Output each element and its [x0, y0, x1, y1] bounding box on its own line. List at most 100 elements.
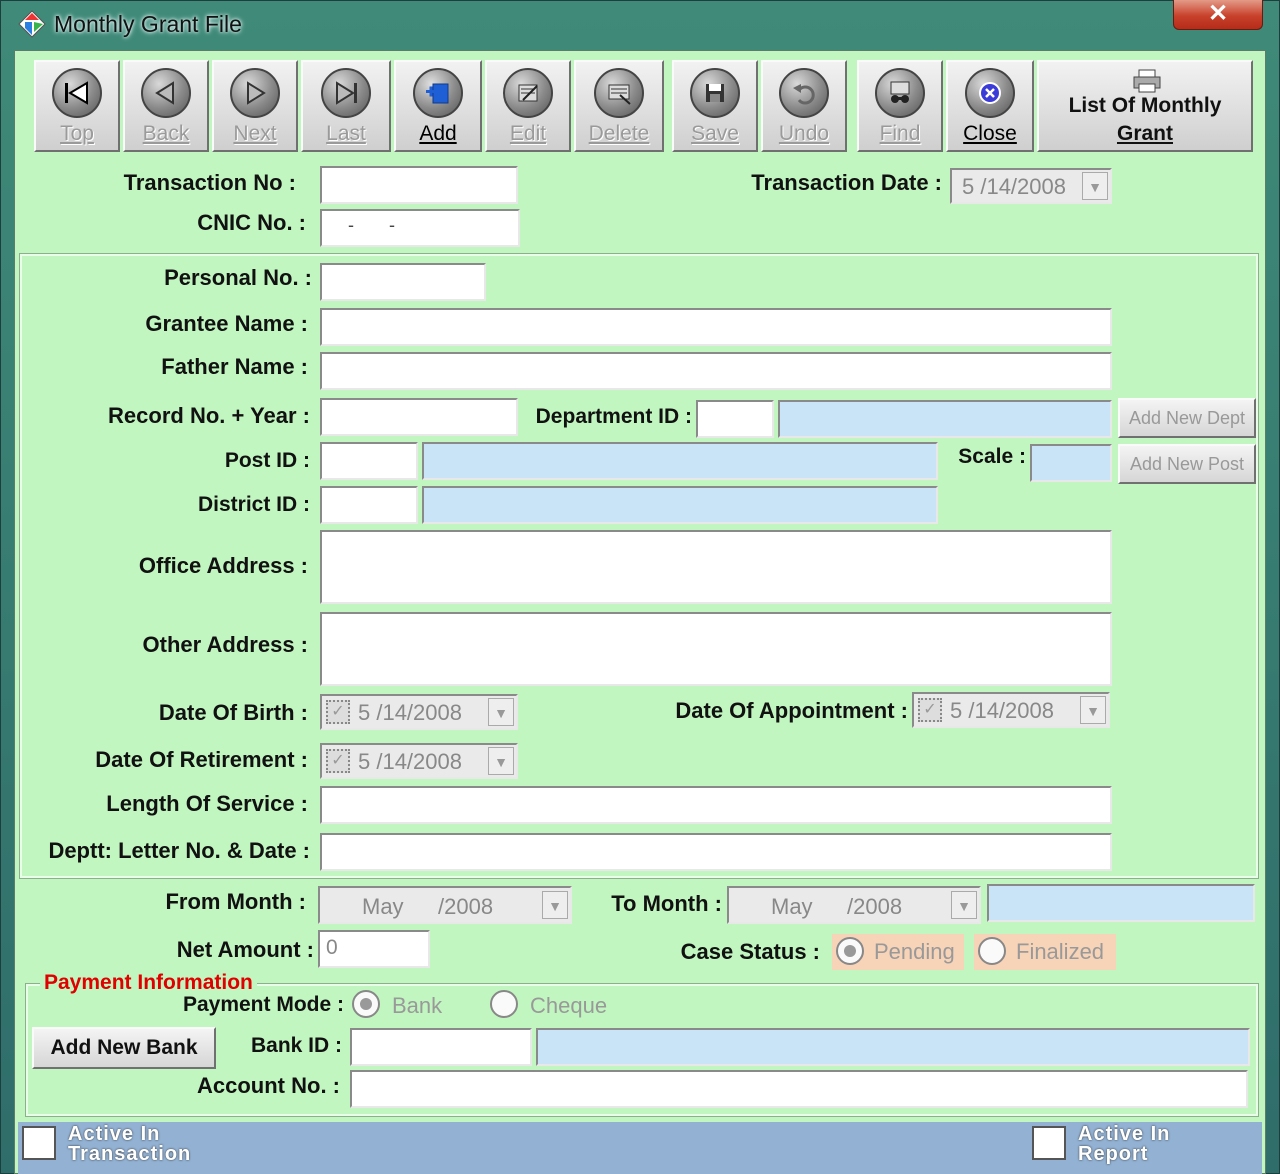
toolbar: Top Back Next Last Add Edit Delete Save …: [18, 52, 1262, 156]
post-id-input[interactable]: [320, 442, 418, 480]
chevron-down-icon[interactable]: ▼: [488, 747, 514, 775]
transaction-no-input[interactable]: [320, 166, 518, 204]
active-in-transaction-label: Active In Transaction: [68, 1124, 191, 1164]
add-new-bank-button[interactable]: Add New Bank: [32, 1027, 216, 1069]
dor-checkbox[interactable]: ✓: [326, 749, 350, 773]
record-no-input[interactable]: [320, 398, 518, 436]
edit-button[interactable]: Edit: [485, 60, 571, 152]
add-new-post-button[interactable]: Add New Post: [1118, 444, 1256, 484]
first-record-icon: [52, 68, 102, 118]
personal-no-input[interactable]: [320, 263, 486, 301]
transaction-date-value: 5 /14/2008: [962, 174, 1066, 199]
undo-label: Undo: [778, 122, 830, 145]
active-in-report-label: Active In Report: [1078, 1124, 1170, 1164]
list-label-line2: Grant: [1116, 122, 1173, 145]
other-address-input[interactable]: [320, 612, 1112, 686]
payment-mode-cheque-option[interactable]: Cheque: [490, 988, 630, 1024]
payment-group-title: Payment Information: [40, 971, 257, 995]
father-name-input[interactable]: [320, 352, 1112, 390]
payment-mode-label: Payment Mode :: [182, 993, 344, 1016]
doa-checkbox[interactable]: ✓: [918, 698, 942, 722]
from-year-value: /2008: [438, 894, 494, 919]
active-in-transaction-checkbox[interactable]: [22, 1126, 56, 1160]
status-pending-radio[interactable]: [836, 937, 864, 965]
find-button[interactable]: Find: [857, 60, 943, 152]
last-button[interactable]: Last: [301, 60, 391, 152]
period-display: [987, 884, 1255, 922]
delete-button[interactable]: Delete: [574, 60, 664, 152]
deptt-letter-label: Deptt: Letter No. & Date :: [48, 838, 310, 863]
payment-mode-cheque-radio[interactable]: [490, 990, 518, 1018]
dob-checkbox[interactable]: ✓: [326, 700, 350, 724]
bank-id-input[interactable]: [350, 1028, 532, 1066]
chevron-down-icon[interactable]: ▼: [1080, 696, 1106, 724]
close-button[interactable]: Close: [946, 60, 1034, 152]
list-of-monthly-grant-button[interactable]: List Of Monthly Grant: [1037, 60, 1253, 152]
chevron-down-icon[interactable]: ▼: [488, 698, 514, 726]
chevron-down-icon[interactable]: ▼: [542, 891, 568, 919]
payment-mode-cheque-label: Cheque: [530, 993, 608, 1018]
add-label: Add: [419, 122, 457, 145]
status-finalized-radio[interactable]: [978, 937, 1006, 965]
dor-picker[interactable]: ✓ 5 /14/2008 ▼: [320, 743, 518, 779]
dor-value: 5 /14/2008: [358, 749, 462, 774]
account-no-input[interactable]: [350, 1070, 1248, 1108]
save-button[interactable]: Save: [672, 60, 758, 152]
bank-id-label: Bank ID :: [250, 1034, 342, 1057]
chevron-down-icon[interactable]: ▼: [951, 891, 977, 919]
last-label: Last: [326, 122, 366, 145]
active-in-report-line2: Report: [1078, 1143, 1149, 1165]
district-id-input[interactable]: [320, 486, 418, 524]
doa-value: 5 /14/2008: [950, 698, 1054, 723]
dob-value: 5 /14/2008: [358, 700, 462, 725]
district-name-display: [422, 486, 938, 524]
deptt-letter-input[interactable]: [320, 833, 1112, 871]
status-bar: Active In Transaction Active In Report: [18, 1122, 1262, 1174]
top-label: Top: [60, 122, 94, 145]
back-button[interactable]: Back: [123, 60, 209, 152]
back-label: Back: [142, 122, 190, 145]
to-month-picker[interactable]: May /2008 ▼: [727, 886, 981, 924]
cnic-input[interactable]: - -: [320, 209, 520, 247]
payment-mode-bank-radio[interactable]: [352, 990, 380, 1018]
record-no-label: Record No. + Year :: [108, 403, 310, 428]
payment-mode-bank-option[interactable]: Bank: [352, 988, 462, 1024]
dob-picker[interactable]: ✓ 5 /14/2008 ▼: [320, 694, 518, 730]
length-of-service-label: Length Of Service :: [106, 791, 308, 816]
window-close-button[interactable]: ✕: [1173, 0, 1263, 30]
grantee-name-label: Grantee Name :: [145, 311, 308, 336]
delete-label: Delete: [588, 122, 650, 145]
status-finalized-label: Finalized: [1016, 939, 1105, 964]
find-icon: [875, 68, 925, 118]
grantee-name-input[interactable]: [320, 308, 1112, 346]
add-new-dept-button[interactable]: Add New Dept: [1118, 398, 1256, 438]
next-button[interactable]: Next: [212, 60, 298, 152]
radio-selected-dot: [844, 945, 856, 957]
chevron-down-icon[interactable]: ▼: [1082, 172, 1108, 200]
title-bar: Monthly Grant File ✕: [0, 0, 1278, 50]
doa-picker[interactable]: ✓ 5 /14/2008 ▼: [912, 692, 1110, 728]
transaction-date-picker[interactable]: 5 /14/2008 ▼: [950, 168, 1112, 204]
payment-mode-bank-label: Bank: [392, 993, 443, 1018]
length-of-service-input[interactable]: [320, 786, 1112, 824]
save-label: Save: [691, 122, 739, 145]
from-month-picker[interactable]: May /2008 ▼: [318, 886, 572, 924]
from-month-value: May: [362, 894, 404, 919]
other-address-label: Other Address :: [142, 632, 308, 657]
save-icon: [690, 68, 740, 118]
office-address-input[interactable]: [320, 530, 1112, 604]
add-button[interactable]: Add: [394, 60, 482, 152]
status-pending-option[interactable]: Pending: [832, 934, 964, 970]
undo-button[interactable]: Undo: [761, 60, 847, 152]
from-month-label: From Month :: [165, 889, 306, 914]
department-id-input[interactable]: [696, 400, 774, 438]
active-in-transaction-line2: Transaction: [68, 1143, 192, 1165]
cnic-label: CNIC No. :: [197, 210, 306, 235]
close-icon: [965, 68, 1015, 118]
net-amount-input[interactable]: 0: [318, 930, 430, 968]
active-in-report-checkbox[interactable]: [1032, 1126, 1066, 1160]
top-button[interactable]: Top: [34, 60, 120, 152]
post-name-display: [422, 442, 938, 480]
personal-no-label: Personal No. :: [164, 265, 312, 290]
status-finalized-option[interactable]: Finalized: [974, 934, 1116, 970]
